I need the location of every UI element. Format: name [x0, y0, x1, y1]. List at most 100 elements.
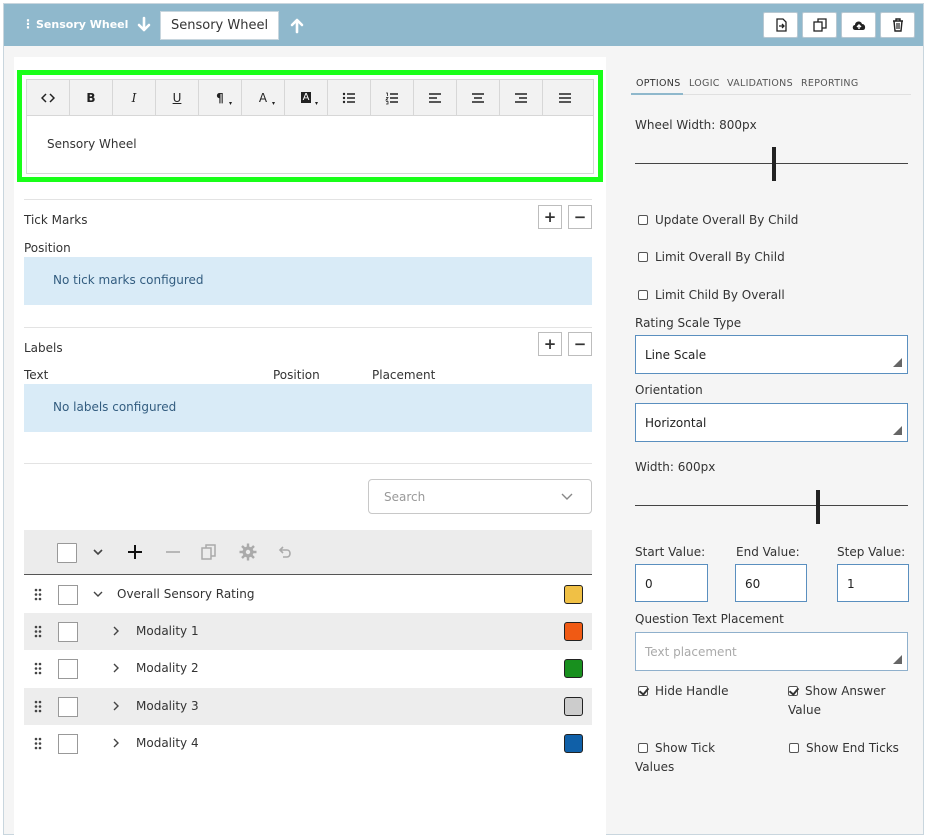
- underline-icon: U: [172, 90, 182, 105]
- code-view-button[interactable]: [27, 80, 70, 115]
- move-down-icon[interactable]: [134, 15, 154, 35]
- select-placeholder: Text placement: [645, 645, 737, 659]
- chevron-down-icon[interactable]: [93, 589, 103, 599]
- bullet-list-button[interactable]: [328, 80, 371, 115]
- checkbox-box: [638, 742, 648, 753]
- paragraph-button[interactable]: ¶ ▾: [199, 80, 242, 115]
- align-center-button[interactable]: [457, 80, 500, 115]
- rating-scale-type-select[interactable]: Line Scale: [635, 335, 908, 374]
- show-tick-values-checkbox[interactable]: Show Tick Values: [635, 739, 715, 777]
- tree-row-label: Modality 2: [136, 661, 199, 675]
- tick-position-column: Position: [24, 241, 71, 255]
- align-right-button[interactable]: [500, 80, 543, 115]
- delete-button[interactable]: [880, 12, 915, 38]
- tab-logic[interactable]: LOGIC: [689, 78, 720, 89]
- tree-row[interactable]: Modality 4: [24, 725, 592, 762]
- rich-text-editor-highlight: B I U ¶ ▾ A ▾ A ▾ Sensory Wheel: [17, 70, 603, 182]
- width-slider-handle[interactable]: [815, 490, 820, 524]
- color-swatch[interactable]: [564, 622, 583, 641]
- rich-text-editor: B I U ¶ ▾ A ▾ A ▾ Sensory Wheel: [26, 79, 594, 174]
- select-value: Line Scale: [645, 348, 707, 362]
- wheel-width-slider-handle[interactable]: [772, 147, 777, 181]
- gear-icon[interactable]: [238, 542, 258, 562]
- color-swatch[interactable]: [564, 659, 583, 678]
- checkbox-label: Show Answer: [805, 684, 886, 698]
- chevron-right-icon[interactable]: [111, 663, 121, 673]
- duplicate-button[interactable]: [802, 12, 837, 38]
- question-editor-panel: B I U ¶ ▾ A ▾ A ▾ Sensory Wheel Tick Mar…: [14, 57, 606, 835]
- remove-label-button[interactable]: −: [568, 332, 592, 356]
- checkbox-label: Show Tick: [655, 741, 716, 755]
- question-title-input[interactable]: [160, 11, 279, 40]
- tree-row[interactable]: Modality 2: [24, 650, 592, 687]
- end-value-input[interactable]: 60: [735, 564, 807, 602]
- highlight-button[interactable]: A ▾: [285, 80, 328, 115]
- step-value-input[interactable]: 1: [837, 564, 909, 602]
- update-overall-by-child-checkbox[interactable]: Update Overall By Child: [638, 211, 798, 230]
- color-swatch[interactable]: [564, 734, 583, 753]
- drag-handle-icon[interactable]: ⋮: [22, 17, 34, 31]
- row-checkbox[interactable]: [58, 622, 78, 642]
- width-slider[interactable]: [635, 505, 908, 506]
- show-answer-value-checkbox[interactable]: Show Answer Value: [788, 682, 885, 720]
- copy-icon[interactable]: [199, 542, 219, 562]
- underline-button[interactable]: U: [156, 80, 199, 115]
- add-icon[interactable]: [125, 542, 145, 562]
- resize-corner-icon: [893, 426, 902, 435]
- remove-tick-mark-button[interactable]: −: [568, 205, 592, 229]
- drag-handle-icon[interactable]: [34, 737, 42, 750]
- align-left-button[interactable]: [414, 80, 457, 115]
- undo-icon[interactable]: [275, 542, 295, 562]
- italic-button[interactable]: I: [113, 80, 156, 115]
- drag-handle-icon[interactable]: [34, 662, 42, 675]
- row-checkbox[interactable]: [58, 697, 78, 717]
- checkbox-label: Update Overall By Child: [655, 213, 799, 227]
- question-text-placement-select[interactable]: Text placement: [635, 632, 908, 671]
- show-end-ticks-checkbox[interactable]: Show End Ticks: [789, 739, 899, 758]
- tab-options[interactable]: OPTIONS: [636, 78, 681, 89]
- drag-handle-icon[interactable]: [34, 625, 42, 638]
- tree-row[interactable]: Modality 3: [24, 688, 592, 725]
- tree-row[interactable]: Modality 1: [24, 613, 592, 650]
- bold-button[interactable]: B: [70, 80, 113, 115]
- checkbox-label: Show End Ticks: [806, 741, 899, 755]
- options-panel: OPTIONS LOGIC VALIDATIONS REPORTING Whee…: [621, 57, 921, 835]
- copy-button[interactable]: [763, 12, 798, 38]
- options-tabs: OPTIONS LOGIC VALIDATIONS REPORTING: [631, 73, 911, 95]
- upload-button[interactable]: [841, 12, 876, 38]
- row-checkbox[interactable]: [58, 734, 78, 754]
- numbered-list-button[interactable]: [371, 80, 414, 115]
- drag-handle-icon[interactable]: [34, 588, 42, 601]
- tab-reporting[interactable]: REPORTING: [801, 78, 859, 89]
- search-input[interactable]: Search: [368, 479, 592, 514]
- chevron-right-icon[interactable]: [111, 626, 121, 636]
- chevron-right-icon[interactable]: [111, 738, 121, 748]
- editor-content[interactable]: Sensory Wheel: [47, 137, 137, 151]
- tab-validations[interactable]: VALIDATIONS: [727, 78, 793, 89]
- font-color-button[interactable]: A ▾: [242, 80, 285, 115]
- color-swatch[interactable]: [564, 697, 583, 716]
- chevron-down-icon[interactable]: [88, 542, 108, 562]
- align-right-icon: [515, 92, 527, 103]
- resize-corner-icon: [893, 655, 902, 664]
- checkbox-label: Limit Child By Overall: [655, 288, 785, 302]
- justify-button[interactable]: [543, 80, 586, 115]
- start-value-input[interactable]: 0: [635, 564, 708, 602]
- checkbox-box: [789, 742, 799, 753]
- drag-handle-icon[interactable]: [34, 700, 42, 713]
- move-up-icon[interactable]: [287, 15, 307, 35]
- limit-overall-by-child-checkbox[interactable]: Limit Overall By Child: [638, 248, 785, 267]
- add-tick-mark-button[interactable]: +: [538, 205, 562, 229]
- tree-row[interactable]: Overall Sensory Rating: [24, 576, 592, 613]
- limit-child-by-overall-checkbox[interactable]: Limit Child By Overall: [638, 286, 785, 305]
- labels-title: Labels: [24, 341, 63, 355]
- row-checkbox[interactable]: [58, 659, 78, 679]
- row-checkbox[interactable]: [58, 585, 78, 605]
- orientation-select[interactable]: Horizontal: [635, 403, 908, 442]
- select-all-checkbox[interactable]: [57, 543, 77, 563]
- remove-icon[interactable]: [163, 542, 183, 562]
- hide-handle-checkbox[interactable]: Hide Handle: [638, 682, 729, 701]
- chevron-right-icon[interactable]: [111, 701, 121, 711]
- add-label-button[interactable]: +: [538, 332, 562, 356]
- color-swatch[interactable]: [564, 585, 583, 604]
